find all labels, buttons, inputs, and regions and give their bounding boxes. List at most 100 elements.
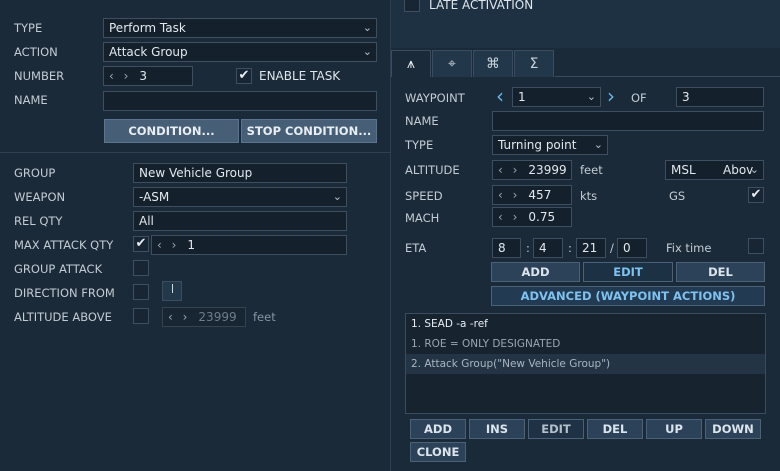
- eta-fraction-input[interactable]: 0: [617, 238, 647, 258]
- check-icon: ✔: [238, 68, 250, 83]
- tab-targets[interactable]: ⌖: [432, 50, 472, 77]
- gs-checkbox[interactable]: ✔: [748, 187, 764, 203]
- waypoint-dropdown[interactable]: 1 ⌄: [512, 87, 601, 107]
- spin-arrows-icon[interactable]: ‹ ›: [109, 69, 131, 83]
- tab-route[interactable]: ⩚: [391, 50, 431, 77]
- rel-qty-input[interactable]: All: [133, 211, 347, 231]
- check-icon: ✔: [750, 187, 762, 202]
- eta-separator: /: [610, 241, 614, 255]
- eta-separator: :: [568, 241, 572, 255]
- left-panel: TYPE Perform Task ⌄ ACTION Attack Group …: [0, 0, 390, 471]
- speed-stepper[interactable]: ‹ › 457: [492, 185, 572, 205]
- list-clone-button[interactable]: CLONE: [410, 442, 466, 462]
- wp-name-input[interactable]: [492, 111, 764, 131]
- altitude-reference-dropdown[interactable]: MSL Abov ⌄: [665, 160, 764, 180]
- stop-condition-button[interactable]: STOP CONDITION...: [241, 119, 377, 143]
- direction-dial[interactable]: [162, 281, 182, 301]
- max-attack-qty-stepper[interactable]: ‹ › 1: [151, 235, 347, 255]
- altitude-above-checkbox[interactable]: [133, 308, 149, 324]
- advanced-waypoint-actions-button[interactable]: ADVANCED (WAYPOINT ACTIONS): [491, 286, 765, 306]
- spin-arrows-icon[interactable]: ‹ ›: [498, 210, 520, 224]
- weapon-label: WEAPON: [14, 190, 66, 204]
- fix-time-label: Fix time: [666, 241, 712, 255]
- condition-button[interactable]: CONDITION...: [104, 119, 239, 143]
- fix-time-checkbox[interactable]: [748, 238, 764, 254]
- altitude-label: ALTITUDE: [405, 163, 460, 177]
- waypoint-value: 1: [518, 90, 526, 104]
- waypoint-del-button[interactable]: DEL: [676, 262, 765, 282]
- group-attack-label: GROUP ATTACK: [14, 262, 103, 276]
- section-divider: [0, 152, 390, 153]
- name-input[interactable]: [103, 91, 377, 111]
- list-down-button[interactable]: DOWN: [705, 419, 761, 439]
- group-label: GROUP: [14, 166, 56, 180]
- max-attack-qty-label: MAX ATTACK QTY: [14, 238, 114, 252]
- waypoint-actions-list[interactable]: 1. SEAD -a -ref 1. ROE = ONLY DESIGNATED…: [405, 313, 766, 414]
- action-dropdown[interactable]: Attack Group ⌄: [103, 42, 377, 62]
- number-value: 3: [139, 69, 148, 83]
- tab-summary[interactable]: Σ: [514, 50, 554, 77]
- type-value: Perform Task: [109, 21, 186, 35]
- spin-arrows-icon[interactable]: ‹ ›: [498, 163, 520, 177]
- list-ins-button[interactable]: INS: [469, 419, 525, 439]
- name-label: NAME: [14, 93, 48, 107]
- speed-label: SPEED: [405, 189, 443, 203]
- wp-type-dropdown[interactable]: Turning point ⌄: [492, 135, 608, 155]
- altitude-reference-extra: Abov: [723, 163, 754, 177]
- mach-value: 0.75: [528, 210, 556, 224]
- list-item[interactable]: 1. ROE = ONLY DESIGNATED: [406, 334, 765, 354]
- waypoint-add-button[interactable]: ADD: [491, 262, 580, 282]
- list-del-button[interactable]: DEL: [587, 419, 643, 439]
- eta-minutes-input[interactable]: 4: [533, 238, 563, 258]
- eta-hours-value: 8: [498, 241, 506, 255]
- waypoint-total-value: 3: [682, 90, 690, 104]
- list-up-button[interactable]: UP: [646, 419, 702, 439]
- number-stepper[interactable]: ‹ › 3: [103, 66, 193, 86]
- eta-seconds-input[interactable]: 21: [576, 238, 606, 258]
- chevron-down-icon: ⌄: [362, 21, 372, 34]
- altitude-above-stepper[interactable]: ‹ › 23999: [162, 307, 246, 327]
- group-attack-checkbox[interactable]: [133, 260, 149, 276]
- enable-task-label: ENABLE TASK: [259, 69, 341, 83]
- tab-payload[interactable]: ⌘: [473, 50, 513, 77]
- waypoint-label: WAYPOINT: [405, 91, 465, 105]
- type-dropdown[interactable]: Perform Task ⌄: [103, 18, 377, 38]
- chevron-down-icon: ⌄: [749, 163, 759, 176]
- list-edit-button[interactable]: EDIT: [528, 419, 584, 439]
- altitude-stepper[interactable]: ‹ › 23999: [492, 160, 572, 180]
- eta-seconds-value: 21: [582, 241, 598, 255]
- altitude-above-label: ALTITUDE ABOVE: [14, 310, 112, 324]
- late-activation-checkbox[interactable]: [404, 0, 420, 12]
- group-input[interactable]: New Vehicle Group: [133, 163, 347, 183]
- late-activation-label: LATE ACTIVATION: [429, 0, 534, 12]
- tab-baseline: [555, 76, 780, 77]
- of-label: OF: [631, 91, 647, 105]
- mach-label: MACH: [405, 211, 440, 225]
- waypoint-edit-button[interactable]: EDIT: [583, 262, 673, 282]
- mach-stepper[interactable]: ‹ › 0.75: [492, 207, 572, 227]
- action-label: ACTION: [14, 45, 58, 59]
- type-label: TYPE: [14, 21, 43, 35]
- enable-task-checkbox[interactable]: ✔: [236, 68, 252, 84]
- chevron-right-icon[interactable]: ›: [607, 84, 615, 108]
- target-icon: ⌖: [448, 56, 456, 72]
- route-icon: ⩚: [407, 56, 415, 72]
- wp-type-value: Turning point: [498, 138, 577, 152]
- weapon-dropdown[interactable]: -ASM ⌄: [133, 187, 347, 207]
- chevron-left-icon[interactable]: ‹: [496, 84, 504, 108]
- altitude-unit: feet: [580, 163, 603, 177]
- spin-arrows-icon[interactable]: ‹ ›: [168, 310, 190, 324]
- direction-from-checkbox[interactable]: [133, 284, 149, 300]
- max-attack-qty-checkbox[interactable]: ✔: [133, 236, 149, 252]
- number-label: NUMBER: [14, 69, 65, 83]
- group-value: New Vehicle Group: [139, 166, 253, 180]
- payload-icon: ⌘: [486, 56, 500, 72]
- spin-arrows-icon[interactable]: ‹ ›: [157, 238, 179, 252]
- list-item[interactable]: 2. Attack Group("New Vehicle Group"): [406, 354, 765, 374]
- spin-arrows-icon[interactable]: ‹ ›: [498, 188, 520, 202]
- wp-name-label: NAME: [405, 114, 439, 128]
- eta-hours-input[interactable]: 8: [492, 238, 521, 258]
- list-add-button[interactable]: ADD: [410, 419, 466, 439]
- list-item[interactable]: 1. SEAD -a -ref: [406, 314, 765, 334]
- eta-fraction-value: 0: [623, 241, 631, 255]
